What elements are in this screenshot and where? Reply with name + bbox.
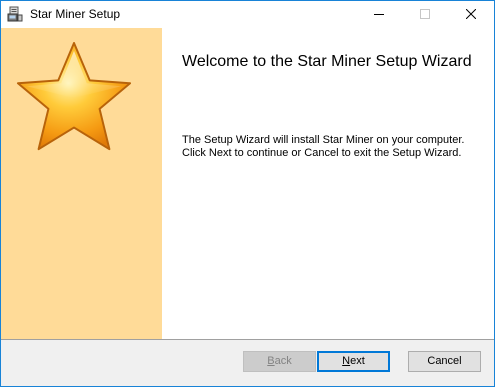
welcome-heading: Welcome to the Star Miner Setup Wizard	[182, 53, 472, 70]
next-mnemonic: N	[342, 355, 351, 367]
title-bar[interactable]: Star Miner Setup	[1, 1, 494, 28]
content-area: Welcome to the Star Miner Setup Wizard T…	[162, 28, 494, 339]
star-icon	[16, 41, 132, 151]
setup-window: Star Miner Setup Welcome to the Star Min…	[0, 0, 495, 387]
welcome-description: The Setup Wizard will install Star Miner…	[182, 134, 487, 160]
cancel-button[interactable]: Cancel	[408, 351, 481, 372]
next-button[interactable]: Next	[317, 351, 390, 372]
close-button[interactable]	[448, 1, 494, 28]
minimize-icon	[374, 14, 384, 15]
button-bar: Back Next Cancel	[1, 340, 494, 386]
back-mnemonic: B	[267, 355, 275, 367]
wizard-body: Welcome to the Star Miner Setup Wizard T…	[1, 28, 494, 339]
next-label-rest: ext	[350, 355, 365, 367]
description-line-1: The Setup Wizard will install Star Miner…	[182, 134, 465, 146]
maximize-button	[402, 1, 448, 28]
back-button[interactable]: Back	[243, 351, 316, 372]
close-icon	[466, 9, 476, 19]
maximize-icon	[420, 9, 430, 19]
description-line-2: Click Next to continue or Cancel to exit…	[182, 147, 462, 159]
window-title: Star Miner Setup	[30, 7, 121, 21]
minimize-button[interactable]	[356, 1, 402, 28]
back-label-rest: ack	[274, 355, 292, 367]
installer-icon	[7, 6, 23, 22]
side-banner	[1, 28, 162, 339]
